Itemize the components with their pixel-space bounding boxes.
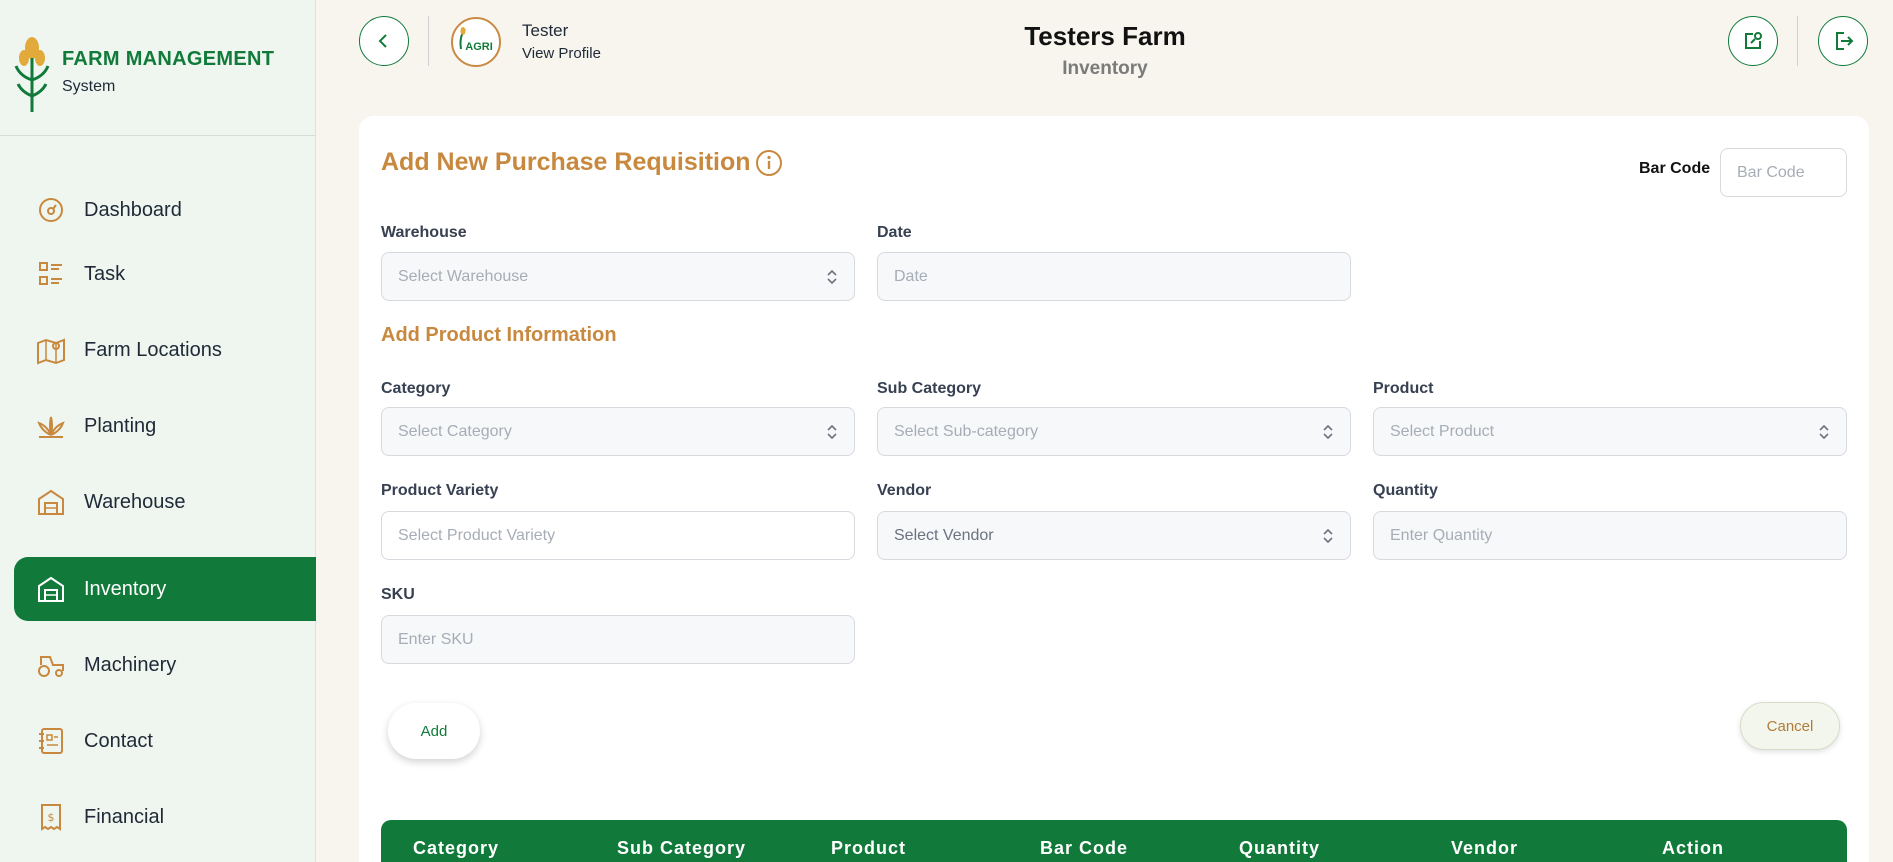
sidebar-item-label: Contact	[84, 729, 153, 752]
warehouse-label: Warehouse	[381, 224, 467, 241]
brand-subtitle: System	[62, 78, 116, 95]
inventory-icon	[36, 574, 66, 604]
sidebar-item-inventory[interactable]: Inventory	[14, 557, 316, 621]
chevron-up-down-icon	[1819, 424, 1829, 440]
sku-label: SKU	[381, 586, 415, 603]
category-label: Category	[381, 380, 451, 397]
sidebar-item-financial[interactable]: $ Financial	[14, 785, 316, 849]
purchase-requisition-card: Add New Purchase Requisition Bar Code Wa…	[359, 116, 1869, 862]
sidebar-item-label: Planting	[84, 414, 157, 437]
export-icon	[1745, 32, 1762, 49]
product-variety-input[interactable]	[381, 511, 855, 560]
quantity-input[interactable]	[1373, 511, 1847, 560]
sub-category-select[interactable]: Select Sub-category	[877, 407, 1351, 456]
product-placeholder: Select Product	[1390, 422, 1495, 440]
contact-icon	[36, 726, 66, 756]
sub-category-label: Sub Category	[877, 380, 982, 397]
wheat-logo-icon	[14, 37, 50, 112]
svg-text:$: $	[48, 811, 55, 824]
barcode-input[interactable]	[1720, 148, 1847, 197]
brand-title: FARM MANAGEMENT	[62, 48, 275, 70]
sidebar-item-contact[interactable]: Contact	[14, 709, 316, 773]
sidebar: FARM MANAGEMENT System Dashboard Task Fa…	[0, 0, 316, 862]
info-icon[interactable]	[755, 149, 783, 177]
notification-button[interactable]	[1728, 16, 1778, 66]
date-label: Date	[877, 224, 912, 241]
sidebar-item-label: Inventory	[84, 577, 167, 600]
quantity-label: Quantity	[1373, 482, 1438, 499]
chevron-up-down-icon	[1323, 424, 1333, 440]
column-header: Sub Category	[617, 838, 747, 858]
column-header: Vendor	[1451, 838, 1519, 858]
column-header: Quantity	[1239, 838, 1321, 858]
sidebar-item-farm-locations[interactable]: Farm Locations	[14, 318, 316, 382]
sidebar-item-label: Farm Locations	[84, 338, 222, 361]
map-pin-icon	[36, 335, 66, 365]
sidebar-item-planting[interactable]: Planting	[14, 394, 316, 458]
column-header: Category	[413, 838, 500, 858]
sidebar-item-machinery[interactable]: Machinery	[14, 633, 316, 697]
table-header: Category Sub Category Product Bar Code Q…	[381, 820, 1847, 862]
page-title: Add New Purchase Requisition	[381, 148, 783, 177]
vendor-select[interactable]: Select Vendor	[877, 511, 1351, 560]
column-header: Product	[831, 838, 907, 858]
chevron-up-down-icon	[827, 269, 837, 285]
sidebar-item-warehouse[interactable]: Warehouse	[14, 470, 316, 534]
column-header: Action	[1662, 838, 1724, 858]
form-title: Add New Purchase Requisition	[381, 148, 751, 176]
sub-category-placeholder: Select Sub-category	[894, 422, 1039, 440]
warehouse-icon	[36, 487, 66, 517]
task-list-icon	[36, 259, 66, 289]
sidebar-item-label: Dashboard	[84, 198, 182, 221]
vendor-placeholder: Select Vendor	[894, 526, 994, 544]
product-select[interactable]: Select Product	[1373, 407, 1847, 456]
sidebar-item-label: Task	[84, 262, 126, 285]
chevron-up-down-icon	[1323, 528, 1333, 544]
tractor-icon	[36, 650, 66, 680]
vendor-label: Vendor	[877, 482, 932, 499]
sidebar-item-task[interactable]: Task	[14, 242, 316, 306]
sidebar-item-label: Machinery	[84, 653, 177, 676]
sidebar-item-dashboard[interactable]: Dashboard	[14, 178, 316, 242]
sku-input[interactable]	[381, 615, 855, 664]
top-header: AGRI Tester View Profile Testers Farm In…	[317, 0, 1893, 100]
farm-title: Testers Farm	[1024, 21, 1186, 51]
date-input[interactable]	[877, 252, 1351, 301]
product-label: Product	[1373, 380, 1434, 397]
header-divider	[1797, 16, 1798, 66]
dashboard-icon	[36, 195, 66, 225]
category-placeholder: Select Category	[398, 422, 512, 440]
add-button[interactable]: Add	[388, 703, 480, 759]
cancel-button[interactable]: Cancel	[1740, 702, 1840, 750]
sidebar-item-label: Warehouse	[84, 490, 186, 513]
financial-icon: $	[36, 802, 66, 832]
plant-icon	[36, 411, 66, 441]
page-subtitle: Inventory	[1062, 58, 1148, 79]
category-select[interactable]: Select Category	[381, 407, 855, 456]
warehouse-select[interactable]: Select Warehouse	[381, 252, 855, 301]
sidebar-item-label: Financial	[84, 805, 165, 828]
column-header: Bar Code	[1040, 838, 1129, 858]
logout-icon	[1836, 32, 1854, 50]
logout-button[interactable]	[1818, 16, 1868, 66]
warehouse-placeholder: Select Warehouse	[398, 267, 529, 285]
section-title: Add Product Information	[381, 324, 617, 346]
chevron-up-down-icon	[827, 424, 837, 440]
product-variety-label: Product Variety	[381, 482, 499, 499]
barcode-label: Bar Code	[1639, 160, 1711, 177]
brand: FARM MANAGEMENT System	[0, 0, 316, 136]
